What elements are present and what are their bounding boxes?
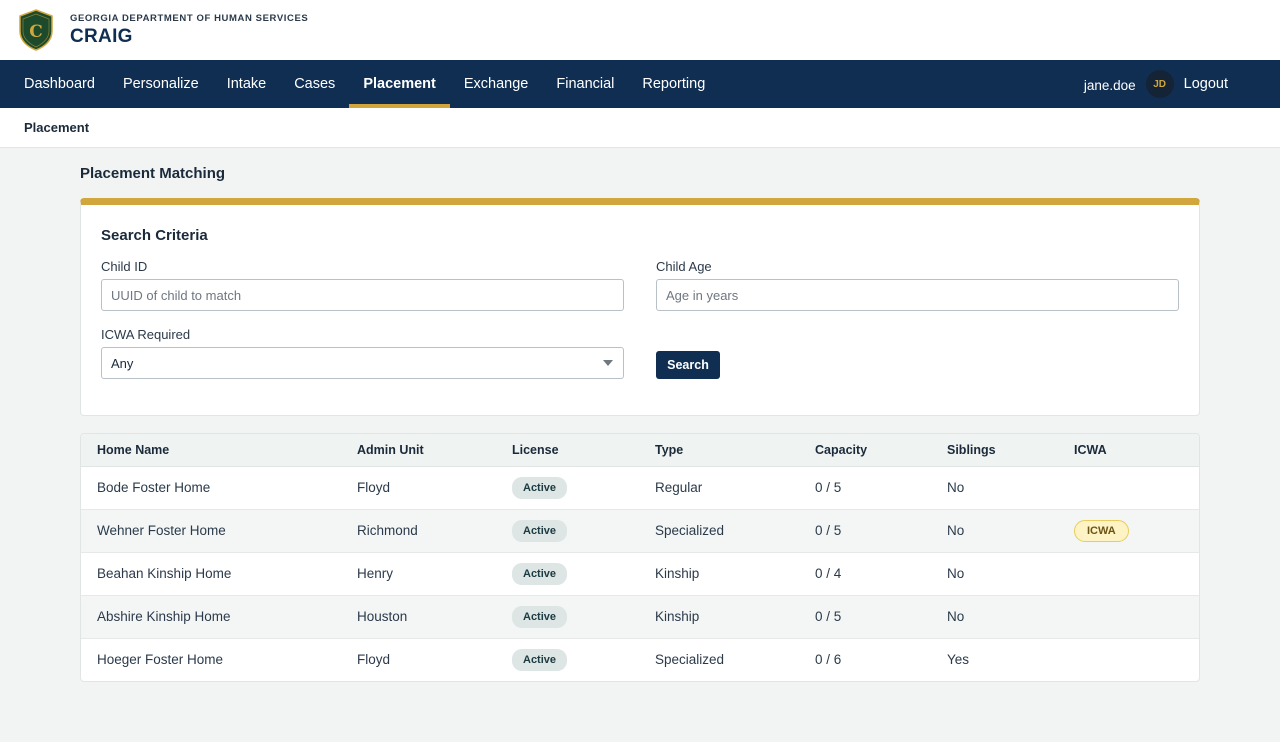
child-age-label: Child Age (656, 259, 712, 274)
license-status-badge: Active (512, 648, 568, 671)
siblings-cell: No (947, 480, 965, 495)
column-header-type[interactable]: Type (639, 434, 799, 467)
siblings-cell: No (947, 609, 965, 624)
icwa-required-label: ICWA Required (101, 327, 191, 342)
logout-link[interactable]: Logout (1184, 76, 1228, 92)
search-button[interactable]: Search (656, 351, 720, 379)
child-id-label: Child ID (101, 259, 148, 274)
type-cell: Kinship (655, 609, 700, 624)
license-cell: Active (496, 638, 639, 681)
column-header-home-name[interactable]: Home Name (81, 434, 341, 467)
icwa-cell (1058, 595, 1199, 638)
capacity-cell: 0 / 5 (815, 609, 842, 624)
admin-unit-cell: Henry (357, 566, 394, 581)
logo-letter: C (29, 22, 43, 42)
icwa-cell: ICWA (1058, 509, 1199, 552)
child-id-input[interactable] (101, 279, 624, 311)
license-cell: Active (496, 552, 639, 595)
column-header-capacity[interactable]: Capacity (799, 434, 931, 467)
icwa-required-select[interactable]: Any (101, 347, 624, 379)
nav-financial[interactable]: Financial (542, 60, 628, 108)
nav-intake[interactable]: Intake (213, 60, 281, 108)
home-name-cell: Hoeger Foster Home (97, 652, 224, 668)
capacity-cell: 0 / 5 (815, 480, 842, 495)
shield-logo-icon[interactable]: C (18, 9, 54, 51)
nav-reporting[interactable]: Reporting (628, 60, 719, 108)
icwa-cell (1058, 638, 1199, 681)
chevron-down-icon (603, 360, 613, 366)
icwa-cell (1058, 466, 1199, 509)
siblings-cell: Yes (947, 652, 970, 668)
license-status-badge: Active (512, 605, 568, 628)
table-row[interactable]: Abshire Kinship Home Houston Active Kins… (81, 595, 1199, 638)
agency-name: GEORGIA DEPARTMENT OF HUMAN SERVICES (70, 12, 309, 24)
breadcrumb: Placement (24, 120, 90, 135)
home-name-cell: Beahan Kinship Home (97, 566, 232, 581)
license-status-badge: Active (512, 476, 568, 499)
type-cell: Specialized (655, 523, 725, 538)
nav-placement[interactable]: Placement (349, 60, 450, 108)
search-criteria-card: Search Criteria Child ID Child Age ICWA … (80, 198, 1200, 416)
column-header-siblings[interactable]: Siblings (931, 434, 1058, 467)
main-content: Placement Matching Search Criteria Child… (0, 165, 1280, 682)
column-header-icwa[interactable]: ICWA (1058, 434, 1199, 467)
nav-dashboard[interactable]: Dashboard (10, 60, 109, 108)
siblings-cell: No (947, 566, 965, 581)
nav-exchange[interactable]: Exchange (450, 60, 543, 108)
home-name-cell: Bode Foster Home (97, 480, 211, 495)
admin-unit-cell: Houston (357, 609, 408, 624)
top-header: C GEORGIA DEPARTMENT OF HUMAN SERVICES C… (0, 0, 1280, 60)
page-title: Placement Matching (80, 165, 226, 182)
search-criteria-title: Search Criteria (101, 227, 208, 244)
column-header-license[interactable]: License (496, 434, 639, 467)
table-header-row: Home Name Admin Unit License Type Capaci… (81, 434, 1199, 467)
nav-cases[interactable]: Cases (280, 60, 349, 108)
type-cell: Kinship (655, 566, 700, 581)
main-nav: Dashboard Personalize Intake Cases Place… (0, 60, 1280, 108)
app-name[interactable]: CRAIG (70, 26, 308, 48)
nav-personalize[interactable]: Personalize (109, 60, 213, 108)
license-cell: Active (496, 595, 639, 638)
table-row[interactable]: Beahan Kinship Home Henry Active Kinship… (81, 552, 1199, 595)
home-name-cell: Wehner Foster Home (97, 523, 226, 538)
icwa-badge: ICWA (1074, 519, 1129, 542)
license-status-badge: Active (512, 562, 568, 585)
child-age-input[interactable] (656, 279, 1179, 311)
license-cell: Active (496, 509, 639, 552)
license-status-badge: Active (512, 519, 568, 542)
table-row[interactable]: Wehner Foster Home Richmond Active Speci… (81, 509, 1199, 552)
results-table-card: Home Name Admin Unit License Type Capaci… (80, 433, 1200, 682)
type-cell: Specialized (655, 652, 725, 668)
user-menu: jane.doe JD Logout (1084, 60, 1228, 108)
icwa-cell (1058, 552, 1199, 595)
column-header-admin-unit[interactable]: Admin Unit (341, 434, 496, 467)
avatar[interactable]: JD (1145, 70, 1174, 98)
home-name-cell: Abshire Kinship Home (97, 609, 231, 624)
admin-unit-cell: Floyd (357, 652, 391, 668)
results-table: Home Name Admin Unit License Type Capaci… (81, 434, 1199, 681)
username: jane.doe (1083, 78, 1136, 93)
table-row[interactable]: Hoeger Foster Home Floyd Active Speciali… (81, 638, 1199, 681)
icwa-selected-value: Any (111, 355, 134, 371)
type-cell: Regular (655, 480, 703, 495)
siblings-cell: No (947, 523, 965, 538)
admin-unit-cell: Richmond (357, 523, 418, 538)
brand: GEORGIA DEPARTMENT OF HUMAN SERVICES CRA… (70, 13, 308, 48)
capacity-cell: 0 / 4 (815, 566, 842, 581)
table-row[interactable]: Bode Foster Home Floyd Active Regular 0 … (81, 466, 1199, 509)
admin-unit-cell: Floyd (357, 480, 391, 495)
license-cell: Active (496, 466, 639, 509)
breadcrumb-bar: Placement (0, 108, 1280, 148)
capacity-cell: 0 / 6 (815, 652, 842, 668)
capacity-cell: 0 / 5 (815, 523, 842, 538)
